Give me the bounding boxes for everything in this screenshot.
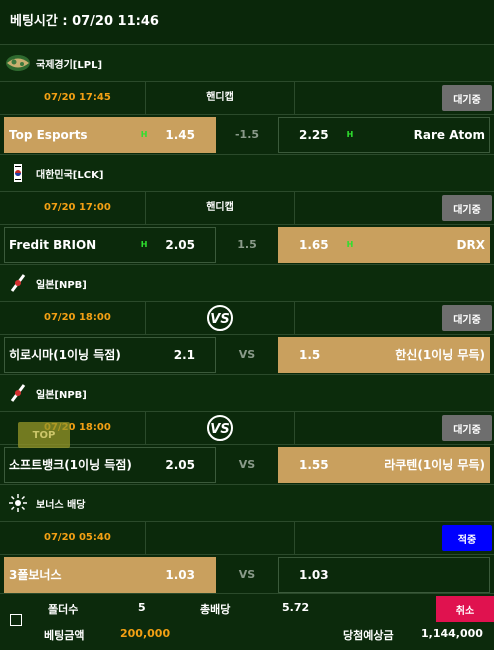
bet-amount-label: 베팅금액 — [44, 629, 85, 642]
league-name: 보너스 배당 — [36, 499, 86, 511]
away-team-name: DRX — [456, 237, 485, 252]
home-odd-button[interactable]: Top Esports H 1.45 — [4, 116, 216, 153]
league-row: 일본[NPB] — [0, 375, 494, 412]
vs-label: VS — [238, 348, 256, 361]
status-badge: 대기중 — [442, 305, 492, 331]
bet-slip-footer: 폴더수 5 총배당 5.72 베팅금액 200,000 당첨예상금 1,144,… — [0, 593, 494, 650]
away-odd-button[interactable]: 2.25 H Rare Atom — [278, 116, 490, 153]
japan-flag-icon — [0, 273, 36, 293]
away-odd: 2.25 — [299, 127, 329, 142]
game-info-row: 07/20 18:00 VS 대기중 — [0, 412, 494, 445]
scroll-top-button[interactable]: TOP — [18, 422, 70, 448]
bet-type — [146, 522, 295, 554]
game-info-row: 07/20 17:45 핸디캡 대기중 — [0, 82, 494, 115]
vs-label: VS — [238, 568, 256, 581]
odds-row: 소프트뱅크(1이닝 득점) 2.05 VS 1.55 라쿠텐(1이닝 무득) — [0, 445, 494, 485]
cancel-button[interactable]: 취소 — [436, 596, 494, 622]
total-odds-label: 총배당 — [200, 603, 231, 616]
expected-win-label: 당첨예상금 — [343, 629, 394, 642]
away-odd: 1.03 — [299, 567, 329, 582]
home-team-name: Top Esports — [9, 127, 88, 142]
away-team-name: 한신(1이닝 무득) — [395, 348, 485, 362]
bet-type: 핸디캡 — [146, 82, 295, 114]
vs-icon: VS — [207, 415, 233, 441]
handicap-value: 1.5 — [237, 238, 257, 251]
odds-row: Fredit BRION H 2.05 1.5 1.65 H DRX — [0, 225, 494, 265]
select-all-checkbox[interactable] — [10, 614, 22, 626]
home-team-name: 3폴보너스 — [9, 568, 62, 582]
away-odd-button[interactable]: 1.03 — [278, 556, 490, 593]
game-time: 07/20 17:00 — [0, 192, 146, 224]
home-odd-button[interactable]: Fredit BRION H 2.05 — [4, 226, 216, 263]
handicap-flag: H — [140, 240, 148, 249]
handicap-value: -1.5 — [234, 128, 260, 141]
bet-type: 핸디캡 — [146, 192, 295, 224]
away-odd: 1.65 — [299, 237, 329, 252]
away-team-name: Rare Atom — [413, 127, 485, 142]
home-odd: 2.05 — [165, 457, 195, 472]
bet-amount-value: 200,000 — [120, 627, 171, 640]
svg-text:VS: VS — [210, 422, 229, 437]
home-odd-button[interactable]: 소프트뱅크(1이닝 득점) 2.05 — [4, 446, 216, 483]
status-badge: 대기중 — [442, 195, 492, 221]
league-row: 국제경기[LPL] — [0, 45, 494, 82]
game-time: 07/20 05:40 — [0, 522, 146, 554]
total-odds-value: 5.72 — [282, 601, 310, 614]
status-badge: 대기중 — [442, 85, 492, 111]
game-info-row: 07/20 17:00 핸디캡 대기중 — [0, 192, 494, 225]
home-odd-button[interactable]: 3폴보너스 1.03 — [4, 556, 216, 593]
league-row: 보너스 배당 — [0, 485, 494, 522]
folder-count-label: 폴더수 — [48, 603, 79, 616]
korea-flag-icon — [0, 164, 36, 182]
handicap-flag: H — [140, 130, 148, 139]
vs-icon: VS — [207, 305, 233, 331]
away-odd: 1.5 — [299, 347, 321, 362]
odds-row: 히로시마(1이닝 득점) 2.1 VS 1.5 한신(1이닝 무득) — [0, 335, 494, 375]
handicap-flag: H — [346, 240, 354, 249]
game-info-row: 07/20 05:40 적중 — [0, 522, 494, 555]
home-odd-button[interactable]: 히로시마(1이닝 득점) 2.1 — [4, 336, 216, 373]
expected-win-value: 1,144,000 — [421, 627, 483, 640]
home-team-name: Fredit BRION — [9, 237, 97, 252]
league-name: 일본[NPB] — [36, 279, 87, 291]
home-odd: 2.05 — [165, 237, 195, 252]
home-odd: 1.45 — [165, 127, 195, 142]
away-team-name: 라쿠텐(1이닝 무득) — [384, 458, 485, 472]
home-odd: 1.03 — [165, 567, 195, 582]
bet-type: VS — [146, 412, 295, 444]
league-name: 대한민국[LCK] — [36, 169, 104, 181]
svg-text:VS: VS — [210, 312, 229, 327]
away-odd-button[interactable]: 1.55 라쿠텐(1이닝 무득) — [278, 446, 490, 483]
bet-time-text: 베팅시간 : 07/20 11:46 — [10, 14, 159, 29]
league-row: 대한민국[LCK] — [0, 155, 494, 192]
odds-row: Top Esports H 1.45 -1.5 2.25 H Rare Atom — [0, 115, 494, 155]
home-team-name: 소프트뱅크(1이닝 득점) — [9, 458, 132, 472]
vs-label: VS — [238, 458, 256, 471]
game-time: 07/20 18:00 — [0, 302, 146, 334]
bet-time-header: 베팅시간 : 07/20 11:46 — [0, 0, 494, 45]
league-name: 국제경기[LPL] — [36, 59, 103, 71]
bet-type: VS — [146, 302, 295, 334]
folder-count-value: 5 — [138, 601, 146, 614]
league-row: 일본[NPB] — [0, 265, 494, 302]
odds-row: 3폴보너스 1.03 VS 1.03 — [0, 555, 494, 595]
handicap-flag: H — [346, 130, 354, 139]
away-odd-button[interactable]: 1.65 H DRX — [278, 226, 490, 263]
japan-flag-icon — [0, 383, 36, 403]
status-badge: 대기중 — [442, 415, 492, 441]
league-name: 일본[NPB] — [36, 389, 87, 401]
game-time: 07/20 17:45 — [0, 82, 146, 114]
status-badge: 적중 — [442, 525, 492, 551]
bonus-icon — [0, 493, 36, 513]
away-odd-button[interactable]: 1.5 한신(1이닝 무득) — [278, 336, 490, 373]
home-team-name: 히로시마(1이닝 득점) — [9, 348, 121, 362]
game-info-row: 07/20 18:00 VS 대기중 — [0, 302, 494, 335]
globe-icon — [0, 54, 36, 72]
home-odd: 2.1 — [173, 347, 195, 362]
away-odd: 1.55 — [299, 457, 329, 472]
